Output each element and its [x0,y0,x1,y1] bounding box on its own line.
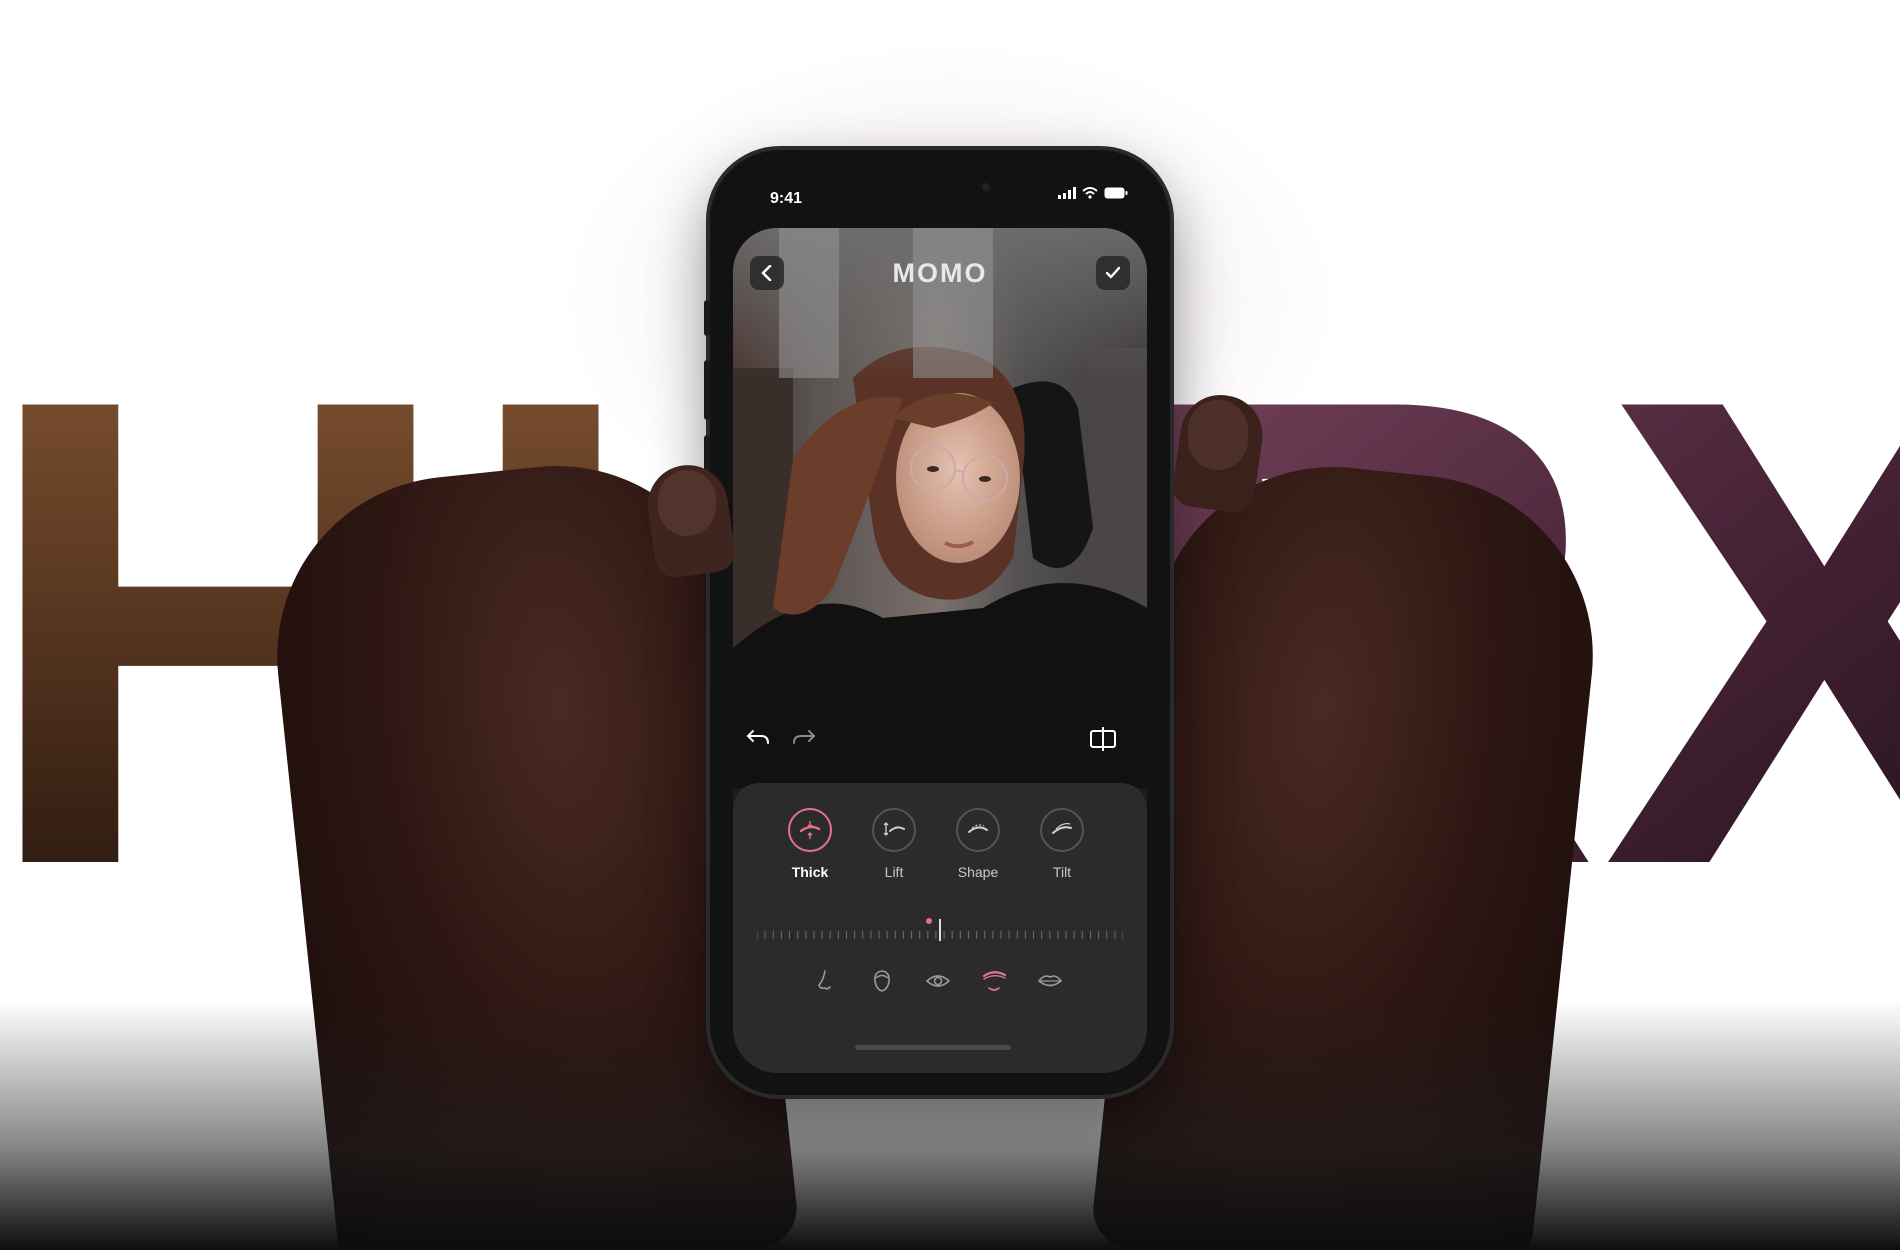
overlay-stripe [913,228,993,378]
face-icon [874,970,890,992]
tool-thick-button[interactable] [788,808,832,852]
feature-tabs [813,968,1063,994]
edit-panel: Thick Lift Shape Tilt [733,783,1147,1073]
intensity-slider[interactable] [757,913,1123,943]
signal-icon [1058,187,1076,199]
tool-tilt-label: Tilt [1052,864,1072,880]
tool-lift-button[interactable] [872,808,916,852]
confirm-button[interactable] [1096,256,1130,290]
history-controls [745,728,817,748]
phone-side-button [704,300,710,336]
battery-icon [1104,187,1128,199]
undo-icon[interactable] [745,728,771,748]
app-screen: MOMO Thick Lift Shape Tilt [733,228,1147,1073]
feature-eyebrow[interactable] [981,968,1007,994]
overlay-stripe [779,228,839,378]
portrait-photo [733,228,1147,788]
brow-tilt-icon [1052,822,1072,834]
tool-shape[interactable]: Shape [955,808,1001,880]
nose-icon [818,970,831,990]
brow-lift-icon [883,822,905,836]
lips-icon [1037,975,1063,987]
tool-shape-label: Shape [957,864,999,880]
redo-icon[interactable] [791,728,817,748]
tool-thick-label: Thick [791,864,829,880]
compare-icon[interactable] [1089,726,1117,752]
slider-thumb[interactable] [926,918,933,924]
feature-nose[interactable] [813,968,839,994]
tool-shape-button[interactable] [956,808,1000,852]
tool-tilt[interactable]: Tilt [1039,808,1085,880]
eyebrow-icon [982,971,1007,991]
eye-icon [925,975,951,987]
hero-scene: HI RX 9:41 [0,0,1900,1250]
feature-lips[interactable] [1037,968,1063,994]
phone-side-button [704,360,710,420]
right-thumbnail [1188,400,1248,470]
tool-tilt-button[interactable] [1040,808,1084,852]
brow-shape-icon [968,824,988,833]
wifi-icon [1082,187,1098,199]
home-indicator [855,1045,1011,1050]
tool-lift[interactable]: Lift [871,808,917,880]
feature-face[interactable] [869,968,895,994]
app-logo: MOMO [892,258,988,288]
brow-thick-icon [799,821,821,839]
left-thumbnail [658,470,716,536]
camera-dot [982,183,990,191]
status-time: 9:41 [770,190,803,207]
tool-thick[interactable]: Thick [787,808,833,880]
tool-lift-label: Lift [884,864,904,880]
checkmark-icon [1105,266,1121,279]
status-icons [1058,187,1128,199]
phone-frame: 9:41 MOMO Thick Lift Shape Tilt [704,150,1170,1095]
tool-row: Thick Lift Shape Tilt [787,808,1085,880]
feature-eye[interactable] [925,968,951,994]
